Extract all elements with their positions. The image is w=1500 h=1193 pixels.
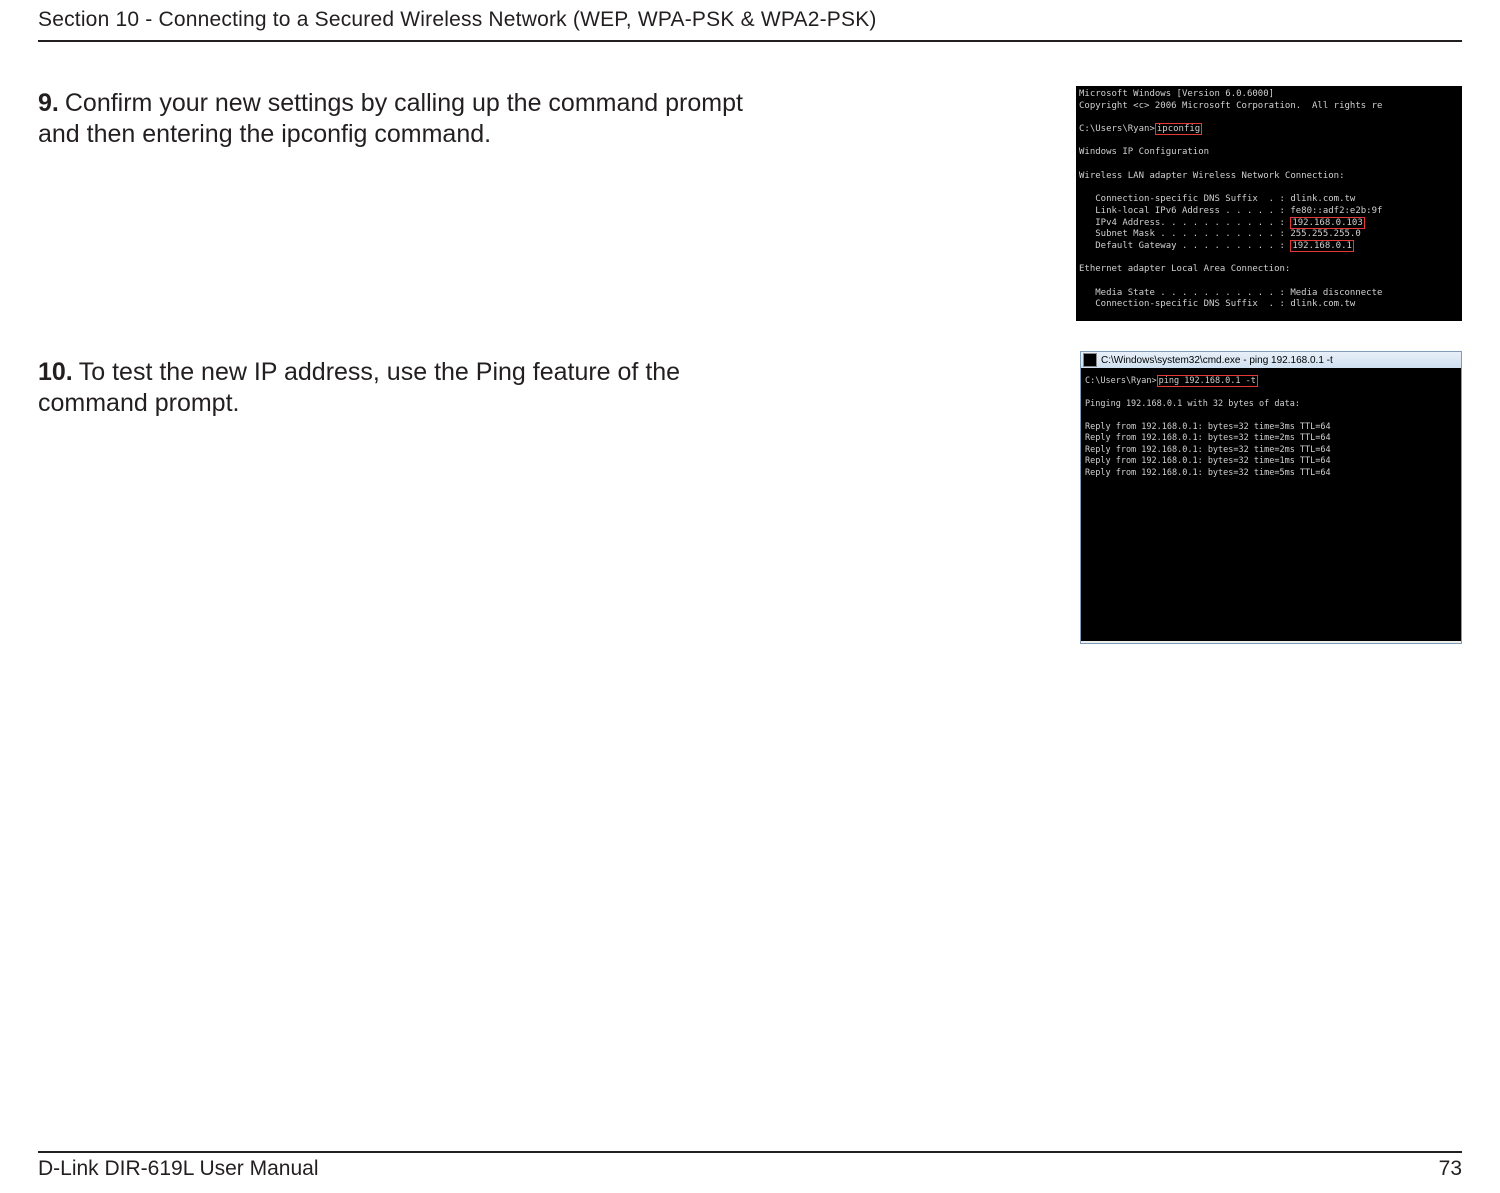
- step-9: 9.Confirm your new settings by calling u…: [38, 88, 758, 151]
- section-header: Section 10 - Connecting to a Secured Wir…: [38, 0, 1462, 32]
- page: Section 10 - Connecting to a Secured Wir…: [0, 0, 1500, 1193]
- cmd2-reply: Reply from 192.168.0.1: bytes=32 time=1m…: [1085, 456, 1331, 466]
- cmd2-reply: Reply from 192.168.0.1: bytes=32 time=5m…: [1085, 468, 1331, 478]
- cmd2-prompt: C:\Users\Ryan>: [1085, 376, 1157, 386]
- step-10: 10.To test the new IP address, use the P…: [38, 357, 778, 420]
- step-9-text: Confirm your new settings by calling up …: [38, 89, 743, 148]
- screenshot-ping: C:\Windows\system32\cmd.exe - ping 192.1…: [1080, 351, 1462, 644]
- cmd1-line: Media State . . . . . . . . . . . : Medi…: [1079, 288, 1382, 298]
- cmd-window-icon: [1083, 353, 1097, 367]
- cmd1-gateway-highlight: 192.168.0.1: [1290, 240, 1354, 252]
- cmd1-ip-highlight: 192.168.0.103: [1290, 217, 1364, 229]
- cmd1-line: Subnet Mask . . . . . . . . . . . : 255.…: [1079, 229, 1361, 239]
- cmd-body-2: C:\Users\Ryan>ping 192.168.0.1 -t Pingin…: [1081, 368, 1461, 641]
- cmd1-prompt: C:\Users\Ryan>: [1079, 124, 1155, 134]
- cmd1-line: Wireless LAN adapter Wireless Network Co…: [1079, 171, 1345, 181]
- cmd1-line: Ethernet adapter Local Area Connection:: [1079, 264, 1290, 274]
- cmd1-line: IPv4 Address. . . . . . . . . . . :: [1079, 218, 1290, 228]
- footer-row: D-Link DIR-619L User Manual 73: [38, 1157, 1462, 1181]
- cmd1-line: Link-local IPv6 Address . . . . . : fe80…: [1079, 206, 1382, 216]
- cmd2-reply: Reply from 192.168.0.1: bytes=32 time=2m…: [1085, 445, 1331, 455]
- window-titlebar: C:\Windows\system32\cmd.exe - ping 192.1…: [1081, 352, 1461, 368]
- cmd1-line: Copyright <c> 2006 Microsoft Corporation…: [1079, 101, 1382, 111]
- cmd1-line: Connection-specific DNS Suffix . : dlink…: [1079, 194, 1355, 204]
- screenshot-ipconfig: Microsoft Windows [Version 6.0.6000] Cop…: [1076, 86, 1462, 321]
- step-9-number: 9.: [38, 89, 59, 117]
- cmd-output-2: C:\Users\Ryan>ping 192.168.0.1 -t Pingin…: [1085, 376, 1457, 479]
- cmd1-line: Connection-specific DNS Suffix . : dlink…: [1079, 299, 1355, 309]
- cmd2-line: Pinging 192.168.0.1 with 32 bytes of dat…: [1085, 399, 1300, 409]
- cmd1-command-highlight: ipconfig: [1155, 123, 1202, 135]
- footer-rule: [38, 1151, 1462, 1153]
- step-10-number: 10.: [38, 358, 73, 386]
- manual-title: D-Link DIR-619L User Manual: [38, 1157, 319, 1181]
- page-number: 73: [1439, 1157, 1462, 1181]
- header-rule: [38, 40, 1462, 42]
- cmd2-command-highlight: ping 192.168.0.1 -t: [1157, 375, 1258, 387]
- cmd1-line: Microsoft Windows [Version 6.0.6000]: [1079, 89, 1274, 99]
- cmd2-reply: Reply from 192.168.0.1: bytes=32 time=3m…: [1085, 422, 1331, 432]
- cmd1-line: Windows IP Configuration: [1079, 147, 1209, 157]
- window-title-text: C:\Windows\system32\cmd.exe - ping 192.1…: [1101, 355, 1333, 366]
- step-10-text: To test the new IP address, use the Ping…: [38, 358, 680, 417]
- page-footer: D-Link DIR-619L User Manual 73: [38, 1151, 1462, 1181]
- cmd1-line: Default Gateway . . . . . . . . . :: [1079, 241, 1290, 251]
- cmd-output-1: Microsoft Windows [Version 6.0.6000] Cop…: [1077, 87, 1461, 321]
- cmd2-reply: Reply from 192.168.0.1: bytes=32 time=2m…: [1085, 433, 1331, 443]
- section-title: Section 10 - Connecting to a Secured Wir…: [38, 8, 877, 31]
